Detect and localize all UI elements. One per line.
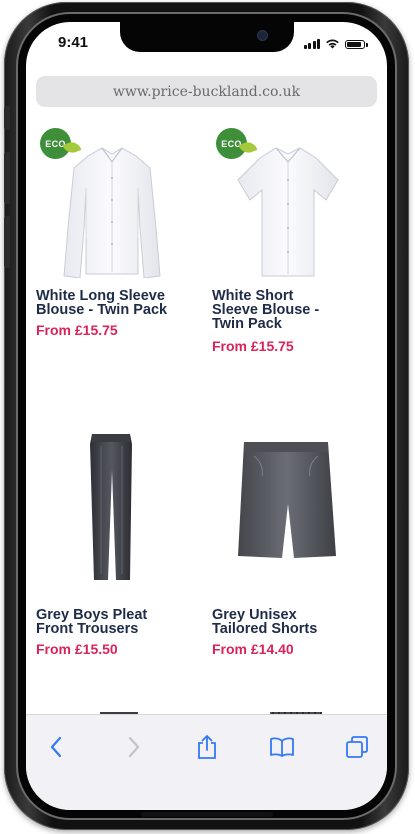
url-text: www.price-buckland.co.uk bbox=[112, 83, 301, 100]
grey-trousers-image bbox=[90, 434, 132, 580]
screenshot-stage: 9:41 www.price-buckland.co.uk ECO White … bbox=[0, 0, 415, 834]
product-price: From £15.75 bbox=[212, 338, 294, 354]
product-name: White Short Sleeve Blouse - Twin Pack bbox=[212, 288, 320, 332]
phone-screen: 9:41 www.price-buckland.co.uk ECO White … bbox=[26, 22, 387, 810]
forward-icon bbox=[128, 736, 140, 758]
product-price: From £15.75 bbox=[36, 322, 118, 338]
back-icon bbox=[50, 736, 62, 758]
product-grid: ECO White Long Sleeve Blouse - Twin Pack… bbox=[26, 118, 387, 718]
forward-button[interactable] bbox=[114, 727, 154, 767]
browser-toolbar bbox=[26, 714, 387, 810]
status-time: 9:41 bbox=[58, 34, 89, 51]
share-icon bbox=[198, 735, 216, 759]
product-price: From £14.40 bbox=[212, 641, 294, 657]
silent-switch bbox=[4, 106, 10, 130]
volume-up-button bbox=[4, 152, 10, 204]
share-button[interactable] bbox=[187, 727, 227, 767]
wifi-icon bbox=[326, 39, 339, 49]
bookmarks-icon bbox=[270, 737, 294, 757]
grey-shorts-image bbox=[238, 442, 336, 558]
tabs-button[interactable] bbox=[337, 727, 377, 767]
address-bar[interactable]: www.price-buckland.co.uk bbox=[36, 76, 377, 107]
status-bar: 9:41 bbox=[26, 22, 387, 66]
status-icons bbox=[303, 37, 368, 49]
home-indicator[interactable] bbox=[141, 812, 273, 817]
tabs-icon bbox=[346, 736, 368, 758]
product-name: Grey Boys Pleat Front Trousers bbox=[36, 607, 148, 637]
cellular-signal-icon bbox=[303, 38, 320, 49]
product-price: From £15.50 bbox=[36, 641, 118, 657]
product-name: Grey Unisex Tailored Shorts bbox=[212, 607, 318, 637]
back-button[interactable] bbox=[36, 727, 76, 767]
product-name: White Long Sleeve Blouse - Twin Pack bbox=[36, 288, 168, 318]
battery-icon bbox=[345, 40, 368, 49]
bookmarks-button[interactable] bbox=[262, 727, 302, 767]
volume-down-button bbox=[4, 216, 10, 268]
